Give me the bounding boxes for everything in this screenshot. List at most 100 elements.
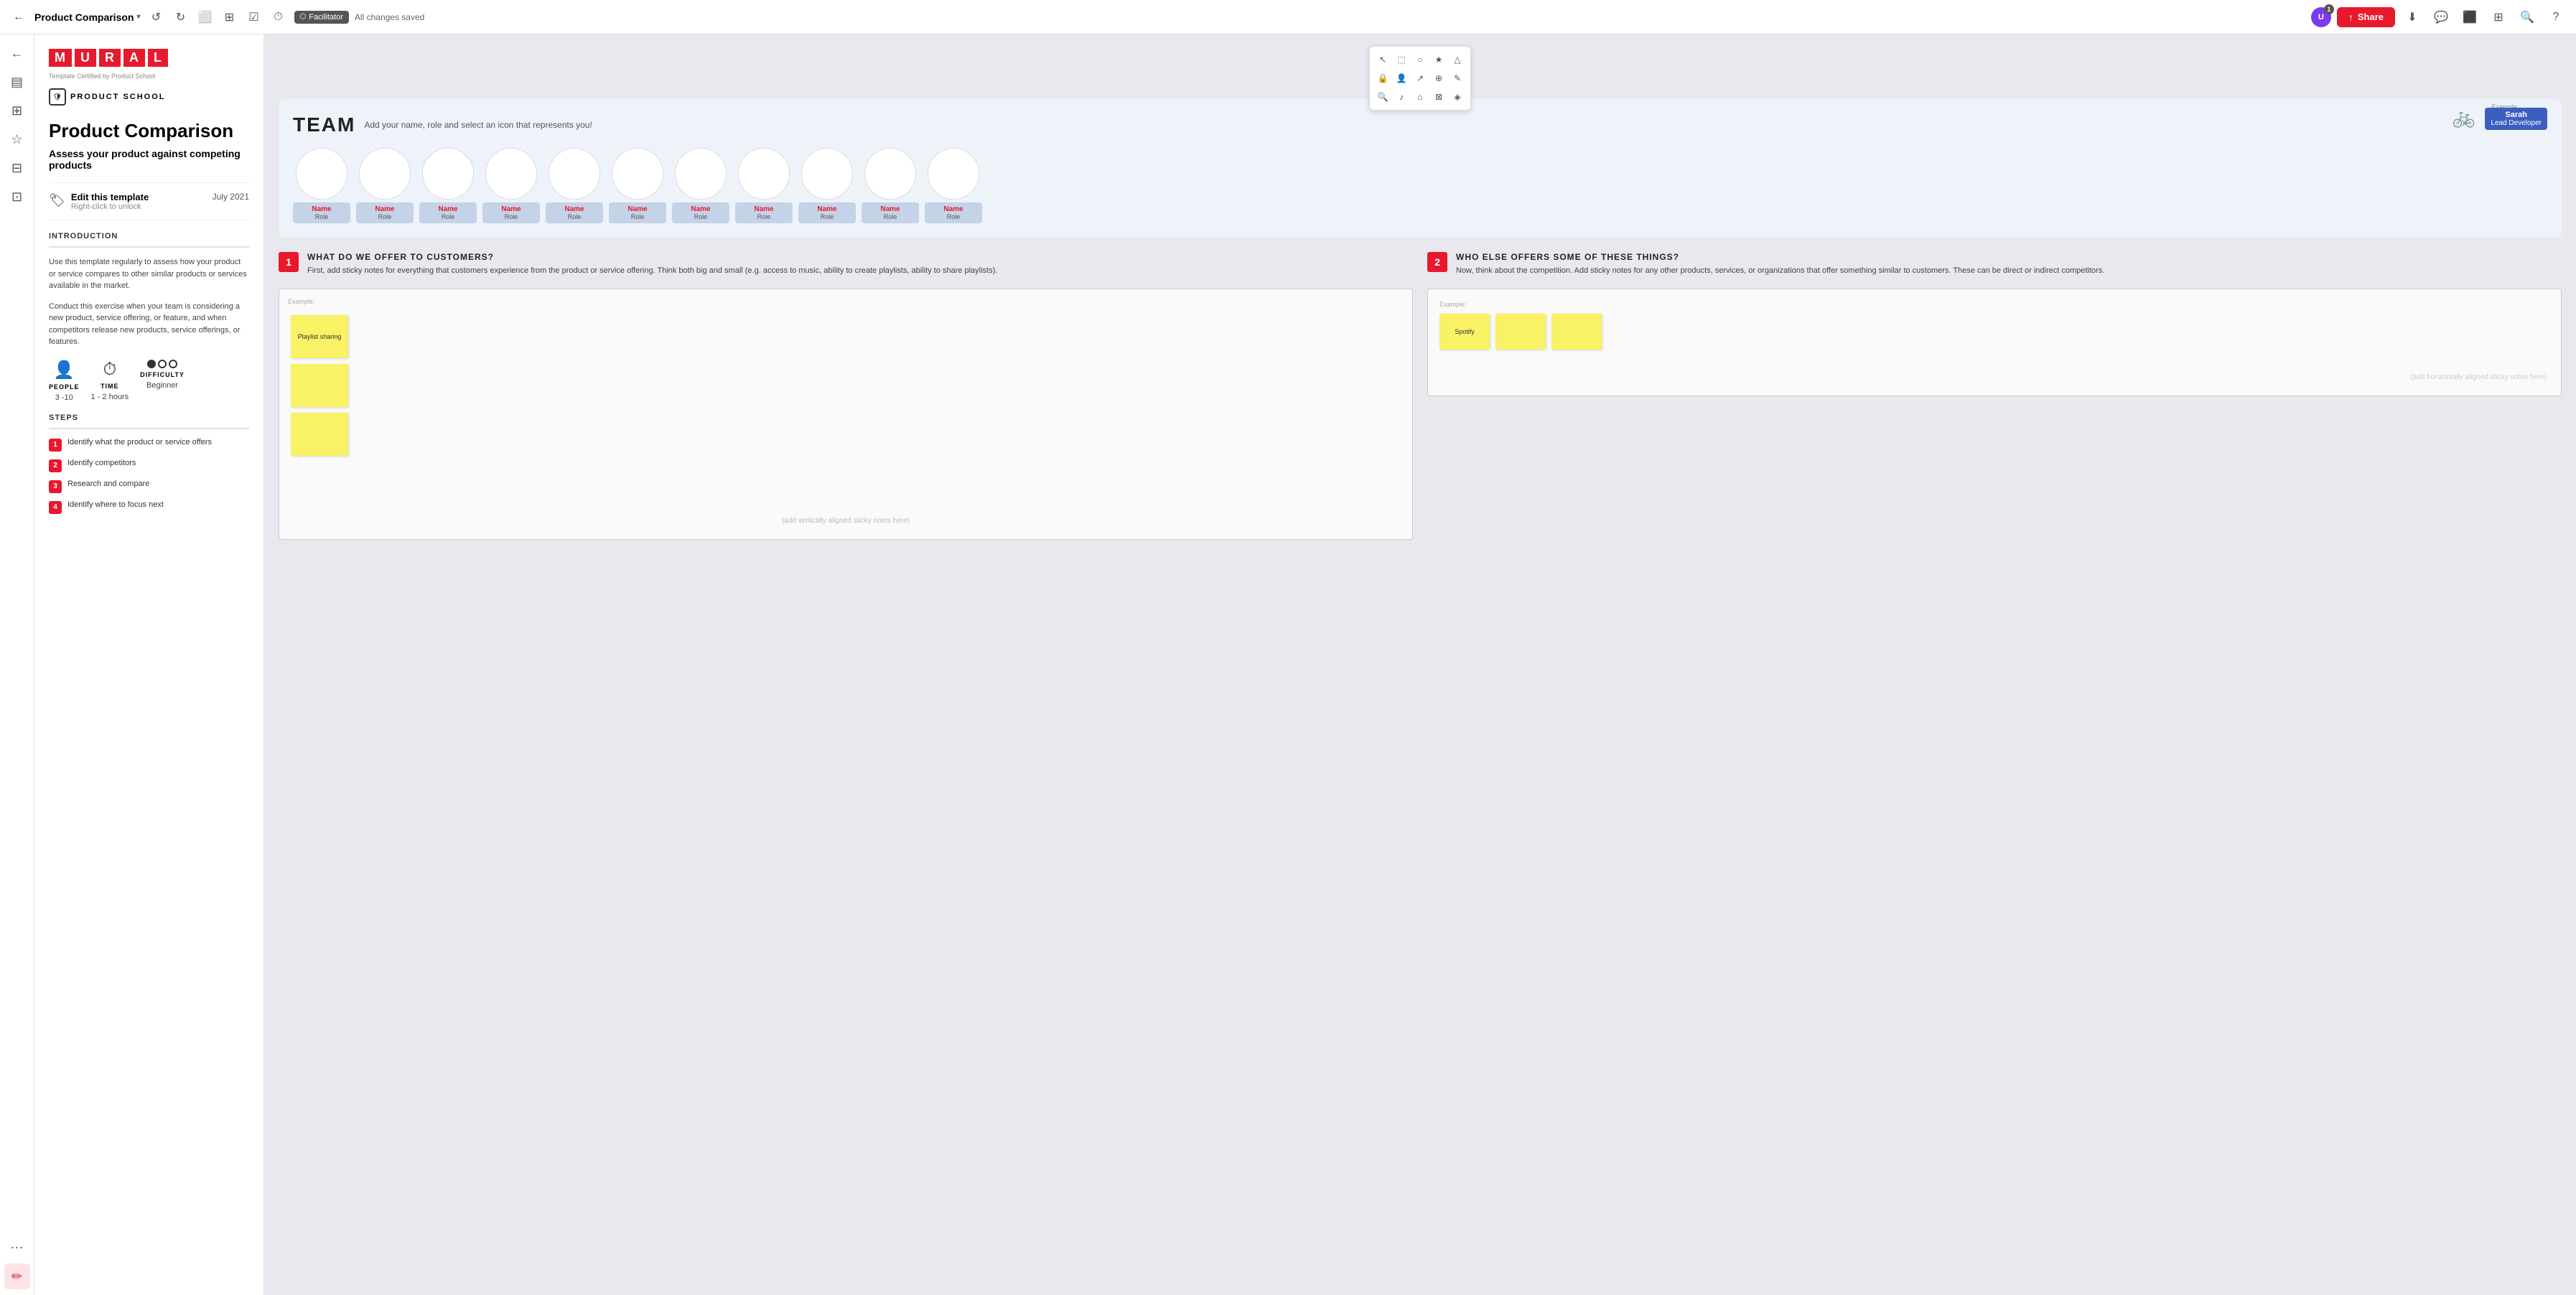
right-sticky-3[interactable] [1551,314,1602,350]
template-icon[interactable]: ⊞ [220,7,240,27]
sidebar-grid-icon[interactable]: ⊟ [4,155,30,181]
team-member: Name Role [798,148,856,223]
toolbar-diamond[interactable]: ◈ [1449,88,1466,106]
member-name: Name [362,205,408,213]
member-role: Role [867,213,913,220]
floating-toolbar: ↖ ⬚ ○ ★ △ 🔒 👤 ↗ ⊕ ✎ 🔍 ♪ ⌂ ⊠ ◈ [1369,46,1471,111]
step-num-4: 4 [49,501,62,514]
topbar: ← Product Comparison ▾ ↺ ↻ ⬜ ⊞ ☑ ⏱ Facil… [0,0,2576,34]
member-card[interactable]: Name Role [862,202,919,223]
toolbar-select[interactable]: ⬚ [1393,51,1410,68]
team-section: 🚲 Example: Sarah Lead Developer TEAM Add… [279,99,2562,238]
toolbar-plus[interactable]: ⊕ [1430,70,1447,87]
member-card[interactable]: Name Role [546,202,603,223]
member-card[interactable]: Name Role [672,202,729,223]
toolbar-star[interactable]: ★ [1430,51,1447,68]
product-school-name: PRODUCT SCHOOL [70,93,166,101]
facilitator-badge[interactable]: Facilitator [294,11,349,24]
intro-title: INTRODUCTION [49,232,249,240]
panel-title: Product Comparison [49,120,249,142]
sidebar-pen-icon[interactable]: ✏ [4,1263,30,1289]
time-label: TIME [101,383,119,390]
right-sticky-1[interactable]: Spotify [1439,314,1490,350]
toolbar-person[interactable]: 👤 [1393,70,1410,87]
member-role: Role [930,213,976,220]
team-member: Name Role [356,148,414,223]
sidebar-integration-icon[interactable]: ⊡ [4,184,30,210]
member-name: Name [425,205,471,213]
section2-example: Example: [1439,301,2549,308]
lock-subtitle: Right-click to unlock [71,202,149,211]
sticky-note-1[interactable]: Playlist sharing [291,315,348,358]
table-icon[interactable]: ⊞ [2487,6,2510,29]
document-title[interactable]: Product Comparison ▾ [34,11,141,23]
back-nav-icon[interactable]: ← [9,7,29,27]
toolbar-pen2[interactable]: ✎ [1449,70,1466,87]
section1-sticky-area[interactable]: Example: Playlist sharing [279,289,1413,540]
toolbar-triangle[interactable]: △ [1449,51,1466,68]
dot-1 [147,360,156,368]
redo-icon[interactable]: ↻ [171,7,191,27]
member-card[interactable]: Name Role [356,202,414,223]
sidebar-back-icon[interactable]: ← [4,40,30,66]
member-avatar [738,148,790,200]
member-card[interactable]: Name Role [925,202,982,223]
member-card[interactable]: Name Role [798,202,856,223]
checklist-icon[interactable]: ☑ [244,7,264,27]
help-icon[interactable]: ? [2544,6,2567,29]
member-card[interactable]: Name Role [419,202,477,223]
steps-divider [49,428,249,429]
team-member: Name Role [482,148,540,223]
toolbar-box[interactable]: ⊠ [1430,88,1447,106]
sidebar-comments-icon[interactable]: ⋯ [4,1235,30,1261]
section2-sticky-area[interactable]: Example: Spotify (add horizontally align… [1427,289,2562,396]
member-card[interactable]: Name Role [735,202,793,223]
toolbar-arrow[interactable]: ↗ [1411,70,1429,87]
member-role: Role [804,213,850,220]
sidebar-layers-icon[interactable]: ⊞ [4,98,30,123]
timer-icon[interactable]: ⏱ [269,7,289,27]
frame-icon[interactable]: ⬜ [195,7,215,27]
toolbar-lock[interactable]: 🔒 [1374,70,1391,87]
bike-icon: 🚲 [2453,106,2475,128]
toolbar-music[interactable]: ♪ [1393,88,1410,106]
comment-icon[interactable]: 💬 [2430,6,2453,29]
sticky-note-3[interactable] [291,413,348,456]
toolbar-circle[interactable]: ○ [1411,51,1429,68]
steps-section: STEPS 1 Identify what the product or ser… [49,413,249,514]
member-name: Name [551,205,597,213]
member-card[interactable]: Name Role [293,202,350,223]
left-sidebar: ← ▤ ⊞ ☆ ⊟ ⊡ ⋯ ✏ [0,34,34,1295]
search-icon[interactable]: 🔍 [2516,6,2539,29]
undo-icon[interactable]: ↺ [146,7,167,27]
member-card[interactable]: Name Role [609,202,666,223]
section1-placeholder: (add vertically aligned sticky notes her… [782,517,910,525]
toolbar-search2[interactable]: 🔍 [1374,88,1391,106]
sidebar-star-icon[interactable]: ☆ [4,126,30,152]
product-school: 🛡 PRODUCT SCHOOL [49,88,249,106]
logo-r: R [99,49,121,67]
example-card: Sarah Lead Developer [2485,108,2547,130]
step-text-1: Identify what the product or service off… [67,438,212,447]
people-label: PEOPLE [49,383,80,391]
right-sticky-2[interactable] [1495,314,1546,350]
step-num-3: 3 [49,480,62,493]
sticky-note-2[interactable] [291,364,348,407]
sidebar-sticky-icon[interactable]: ▤ [4,69,30,95]
toolbar-cursor[interactable]: ↖ [1374,51,1391,68]
panel-subtitle: Assess your product against competing pr… [49,148,249,171]
member-role: Role [425,213,471,220]
people-value: 3 -10 [55,393,73,402]
member-avatar [549,148,600,200]
member-role: Role [299,213,345,220]
member-card[interactable]: Name Role [482,202,540,223]
reactions-icon[interactable]: ⬛ [2458,6,2481,29]
download-icon[interactable]: ⬇ [2401,6,2424,29]
section2-col: 2 WHO ELSE OFFERS SOME OF THESE THINGS? … [1427,252,2562,540]
member-role: Role [362,213,408,220]
dot-2 [158,360,167,368]
share-button[interactable]: Share [2337,7,2395,27]
dot-3 [169,360,177,368]
canvas-area[interactable]: ↖ ⬚ ○ ★ △ 🔒 👤 ↗ ⊕ ✎ 🔍 ♪ ⌂ ⊠ ◈ 🚲 Example: [264,34,2576,1295]
toolbar-home[interactable]: ⌂ [1411,88,1429,106]
